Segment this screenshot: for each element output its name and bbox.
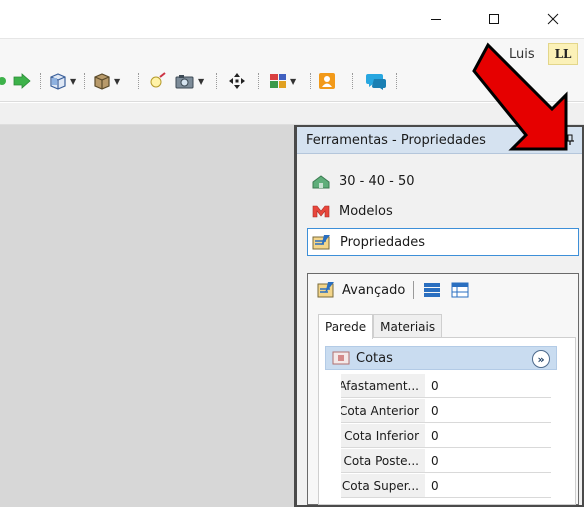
property-name: Cota Inferior: [341, 424, 425, 447]
box-3d-icon: [94, 73, 110, 90]
toolbar-separator: [396, 73, 397, 89]
maximize-button[interactable]: [471, 0, 517, 38]
light-icon: [150, 72, 166, 88]
property-row[interactable]: Cota Super... 0: [341, 474, 551, 498]
forward-button[interactable]: [0, 71, 36, 91]
property-value[interactable]: 0: [425, 399, 551, 422]
properties-icon: [312, 233, 334, 251]
nav-item-properties[interactable]: Propriedades: [307, 228, 579, 256]
properties-panel: Ferramentas - Propriedades 30 - 40 - 50: [297, 127, 582, 505]
subpanel-toolbar: Avançado: [308, 274, 578, 306]
chat-icon: [366, 74, 386, 90]
properties-panel-frame: Ferramentas - Propriedades 30 - 40 - 50: [294, 125, 584, 507]
advanced-button[interactable]: Avançado: [342, 283, 405, 298]
toolbar-separator: [40, 73, 41, 89]
toolbar-separator: [216, 73, 217, 89]
forward-icon: [0, 73, 31, 89]
property-name: Cota Poste...: [341, 449, 425, 472]
minimize-icon: [431, 19, 441, 20]
nav-item-label: Modelos: [339, 203, 393, 219]
tab-content: Cotas » Afastament... 0 Cota Anterior 0 …: [318, 337, 576, 505]
dimensions-icon: [332, 351, 350, 365]
property-row[interactable]: Cota Inferior 0: [341, 424, 551, 448]
toolbar-separator: [310, 73, 311, 89]
property-row[interactable]: Cota Poste... 0: [341, 449, 551, 473]
models-icon: [311, 202, 333, 220]
maximize-icon: [489, 14, 499, 24]
layout-icon: [270, 74, 286, 88]
toolbar-separator: [84, 73, 85, 89]
camera-icon: [175, 75, 194, 89]
nav-item-label: Propriedades: [340, 234, 426, 250]
chat-button[interactable]: [366, 71, 388, 91]
property-row[interactable]: Cota Anterior 0: [341, 399, 551, 423]
property-row[interactable]: Afastament... 0: [341, 374, 551, 398]
list-view-icon[interactable]: [422, 281, 442, 299]
nav-item-project[interactable]: 30 - 40 - 50: [307, 167, 579, 195]
contact-icon: [319, 73, 335, 89]
box-view-button[interactable]: ▼: [48, 71, 76, 91]
subpanel-tabs: Parede Materiais: [318, 314, 443, 339]
toolbar-separator: [352, 73, 353, 89]
property-value[interactable]: 0: [425, 424, 551, 447]
camera-button[interactable]: ▼: [174, 71, 204, 91]
move-button[interactable]: [228, 71, 246, 91]
light-button[interactable]: [148, 71, 168, 91]
toolbar-separator: [138, 73, 139, 89]
nav-item-models[interactable]: Modelos: [307, 197, 579, 225]
layout-button[interactable]: ▼: [268, 71, 296, 91]
close-icon: [547, 13, 559, 25]
nav-item-label: 30 - 40 - 50: [339, 173, 415, 189]
collapse-icon[interactable]: »: [532, 350, 550, 368]
properties-subpanel: Avançado Parede Materiais Cotas » Afasta…: [307, 273, 579, 505]
panel-title: Ferramentas - Propriedades: [306, 132, 486, 148]
group-header-cotas[interactable]: Cotas »: [325, 346, 557, 370]
toolbar-separator: [258, 73, 259, 89]
title-bar: [0, 0, 584, 38]
move-icon: [229, 73, 245, 89]
toolbar-separator: [413, 281, 415, 299]
contact-button[interactable]: [318, 71, 336, 91]
close-button[interactable]: [530, 0, 576, 38]
property-name: Cota Super...: [341, 474, 425, 497]
property-value[interactable]: 0: [425, 449, 551, 472]
group-title: Cotas: [356, 350, 393, 366]
advanced-icon: [317, 282, 334, 298]
property-name: Afastament...: [341, 374, 425, 397]
drawing-canvas[interactable]: [0, 125, 294, 507]
property-value[interactable]: 0: [425, 474, 551, 497]
box-view-icon: [50, 73, 66, 90]
minimize-button[interactable]: [413, 0, 459, 38]
annotation-arrow: [472, 42, 568, 151]
tab-parede[interactable]: Parede: [318, 314, 374, 339]
property-value[interactable]: 0: [425, 374, 551, 397]
box-3d-button[interactable]: ▼: [92, 71, 120, 91]
tab-materiais[interactable]: Materiais: [373, 314, 443, 338]
property-name: Cota Anterior: [341, 399, 425, 422]
house-icon: [311, 172, 333, 190]
grid-view-icon[interactable]: [450, 281, 470, 299]
